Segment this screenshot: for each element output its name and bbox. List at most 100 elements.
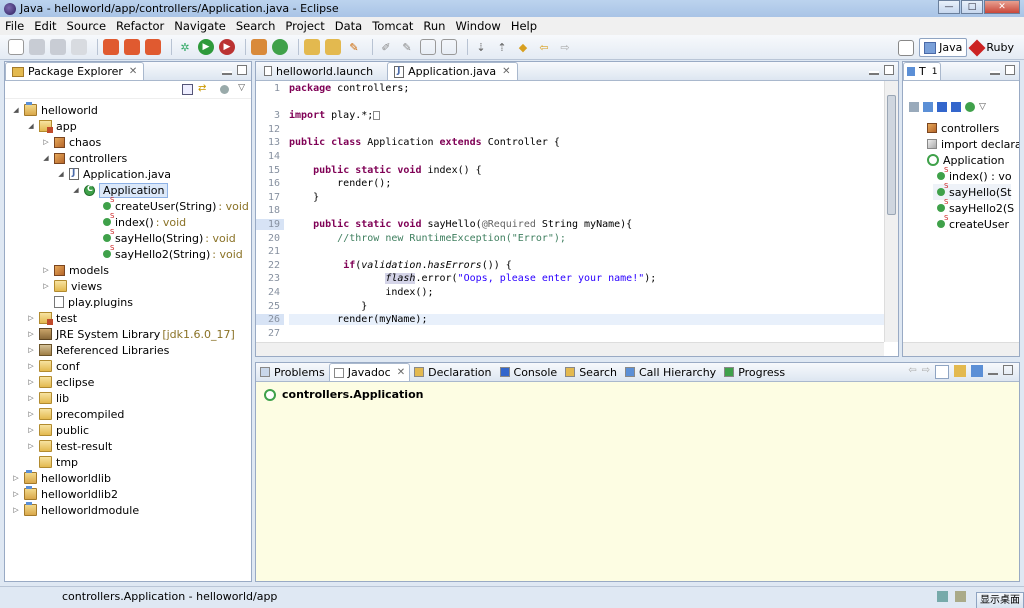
collapsed-twistie-icon[interactable]: ▷ xyxy=(26,394,36,402)
link-with-selection-icon[interactable] xyxy=(935,365,949,379)
tree-node[interactable]: ▷ chaos xyxy=(41,134,101,150)
menu-navigate[interactable]: Navigate xyxy=(169,19,231,33)
close-button[interactable]: ✕ xyxy=(984,0,1020,14)
tree-node[interactable]: ◢ Application.java xyxy=(56,166,171,182)
tree-node[interactable]: ▷ helloworldlib2 xyxy=(11,486,118,502)
menu-tomcat[interactable]: Tomcat xyxy=(367,19,418,33)
perspective-ruby[interactable]: Ruby xyxy=(967,38,1018,57)
tree-node[interactable]: ▷ test xyxy=(26,310,77,326)
menu-project[interactable]: Project xyxy=(280,19,329,33)
collapsed-twistie-icon[interactable]: ▷ xyxy=(26,410,36,418)
forward-icon[interactable]: ⇨ xyxy=(922,365,930,379)
code-line[interactable]: render(myName); xyxy=(289,314,884,326)
open-folder-icon[interactable] xyxy=(325,39,341,55)
tree-node[interactable]: ▷ helloworldmodule xyxy=(11,502,139,518)
tab-helloworld-launch[interactable]: helloworld.launch xyxy=(258,62,379,80)
scrollbar-thumb[interactable] xyxy=(887,95,896,215)
code-line[interactable]: public static void index() { xyxy=(289,165,482,176)
menu-window[interactable]: Window xyxy=(450,19,505,33)
tab-application-java[interactable]: Application.java ✕ xyxy=(387,62,518,80)
new-class-icon[interactable] xyxy=(272,39,288,55)
tree-node[interactable]: ▷ JRE System Library [jdk1.6.0_17] xyxy=(26,326,235,342)
show-whitespace-icon[interactable] xyxy=(420,39,436,55)
expanded-twistie-icon[interactable]: ◢ xyxy=(56,170,66,178)
link-with-editor-icon[interactable]: ⇄ xyxy=(198,84,209,95)
tab-javadoc[interactable]: Javadoc ✕ xyxy=(328,363,411,381)
code-line[interactable]: public static void sayHello(@Required St… xyxy=(289,219,632,230)
collapsed-twistie-icon[interactable]: ▷ xyxy=(26,362,36,370)
collapsed-twistie-icon[interactable]: ▷ xyxy=(41,266,51,274)
code-line[interactable]: //throw new RuntimeException("Error"); xyxy=(289,233,566,244)
close-icon[interactable]: ✕ xyxy=(129,66,137,77)
collapsed-twistie-icon[interactable]: ▷ xyxy=(11,506,21,514)
tree-node[interactable]: ◢Application xyxy=(71,182,169,198)
tree-node[interactable]: ◢ app xyxy=(26,118,77,134)
toggle-block-selection-icon[interactable]: ✎ xyxy=(399,39,415,55)
back-icon[interactable]: ⇦ xyxy=(536,39,552,55)
tree-node[interactable]: sayHello(String): void xyxy=(86,228,236,246)
hide-local-types-icon[interactable] xyxy=(965,102,975,112)
code-line[interactable]: flash.error("Oops, please enter your nam… xyxy=(289,273,656,285)
tab-package-explorer[interactable]: Package Explorer ✕ xyxy=(5,62,145,80)
code-line[interactable]: import play.*; xyxy=(289,110,381,121)
print-icon[interactable] xyxy=(71,39,87,55)
tree-node[interactable]: sayHello2(String): void xyxy=(86,244,243,262)
expanded-twistie-icon[interactable]: ◢ xyxy=(71,186,81,194)
previous-annotation-icon[interactable]: ⇡ xyxy=(494,39,510,55)
menu-help[interactable]: Help xyxy=(506,19,542,33)
collapsed-twistie-icon[interactable]: ▷ xyxy=(41,138,51,146)
filters-icon[interactable] xyxy=(220,85,229,94)
tray-icon[interactable] xyxy=(937,591,948,602)
open-declaration-icon[interactable] xyxy=(971,365,983,377)
tree-node[interactable]: index(): void xyxy=(86,212,186,230)
collapsed-twistie-icon[interactable]: ▷ xyxy=(11,490,21,498)
code-line[interactable]: } xyxy=(289,192,319,203)
tab-search[interactable]: Search xyxy=(561,363,621,381)
debug-icon[interactable]: ✲ xyxy=(177,39,193,55)
outline-item[interactable]: import declarat xyxy=(927,136,1019,152)
editor-vertical-scrollbar[interactable] xyxy=(884,81,898,342)
tab-progress[interactable]: Progress xyxy=(720,363,789,381)
collapsed-twistie-icon[interactable]: ▷ xyxy=(26,378,36,386)
save-icon[interactable] xyxy=(29,39,45,55)
collapsed-twistie-icon[interactable]: ▷ xyxy=(26,426,36,434)
hide-fields-icon[interactable] xyxy=(923,102,933,112)
sort-icon[interactable] xyxy=(909,102,919,112)
collapse-all-icon[interactable] xyxy=(182,84,193,95)
view-menu-icon[interactable]: ▽ xyxy=(238,83,245,93)
hide-nonpublic-icon[interactable] xyxy=(951,102,961,112)
play-test-icon[interactable] xyxy=(145,39,161,55)
save-all-icon[interactable] xyxy=(50,39,66,55)
maximize-view-button[interactable] xyxy=(237,65,247,75)
tree-node[interactable]: ▷ models xyxy=(41,262,109,278)
editor-horizontal-scrollbar[interactable] xyxy=(256,342,884,356)
forward-icon[interactable]: ⇨ xyxy=(557,39,573,55)
close-icon[interactable]: ✕ xyxy=(397,367,405,378)
tab-problems[interactable]: Problems xyxy=(256,363,329,381)
toggle-mark-occurrences-icon[interactable]: ✐ xyxy=(378,39,394,55)
menu-file[interactable]: File xyxy=(0,19,29,33)
code-line[interactable]: public class Application extends Control… xyxy=(289,137,560,148)
code-line[interactable]: render(); xyxy=(289,178,391,189)
tree-node[interactable]: ◢ helloworld xyxy=(11,102,98,118)
minimize-button[interactable]: — xyxy=(938,0,960,14)
play-icon[interactable] xyxy=(103,39,119,55)
collapsed-twistie-icon[interactable]: ▷ xyxy=(26,330,36,338)
tree-node[interactable]: ▷ precompiled xyxy=(26,406,124,422)
new-icon[interactable] xyxy=(8,39,24,55)
menu-edit[interactable]: Edit xyxy=(29,19,61,33)
menu-refactor[interactable]: Refactor xyxy=(111,19,169,33)
menu-data[interactable]: Data xyxy=(330,19,367,33)
new-package-icon[interactable] xyxy=(251,39,267,55)
open-perspective-icon[interactable] xyxy=(898,39,915,56)
code-line[interactable]: index(); xyxy=(289,287,433,298)
tree-node[interactable]: ◢ controllers xyxy=(41,150,127,166)
outline-item[interactable]: controllers xyxy=(927,120,999,136)
collapsed-twistie-icon[interactable]: ▷ xyxy=(11,474,21,482)
minimize-view-button[interactable] xyxy=(222,71,232,75)
perspective-java[interactable]: Java xyxy=(919,38,968,57)
tree-node[interactable]: play.plugins xyxy=(41,294,133,310)
tab-console[interactable]: Console xyxy=(496,363,562,381)
expanded-twistie-icon[interactable]: ◢ xyxy=(26,122,36,130)
show-paragraph-icon[interactable] xyxy=(441,39,457,55)
